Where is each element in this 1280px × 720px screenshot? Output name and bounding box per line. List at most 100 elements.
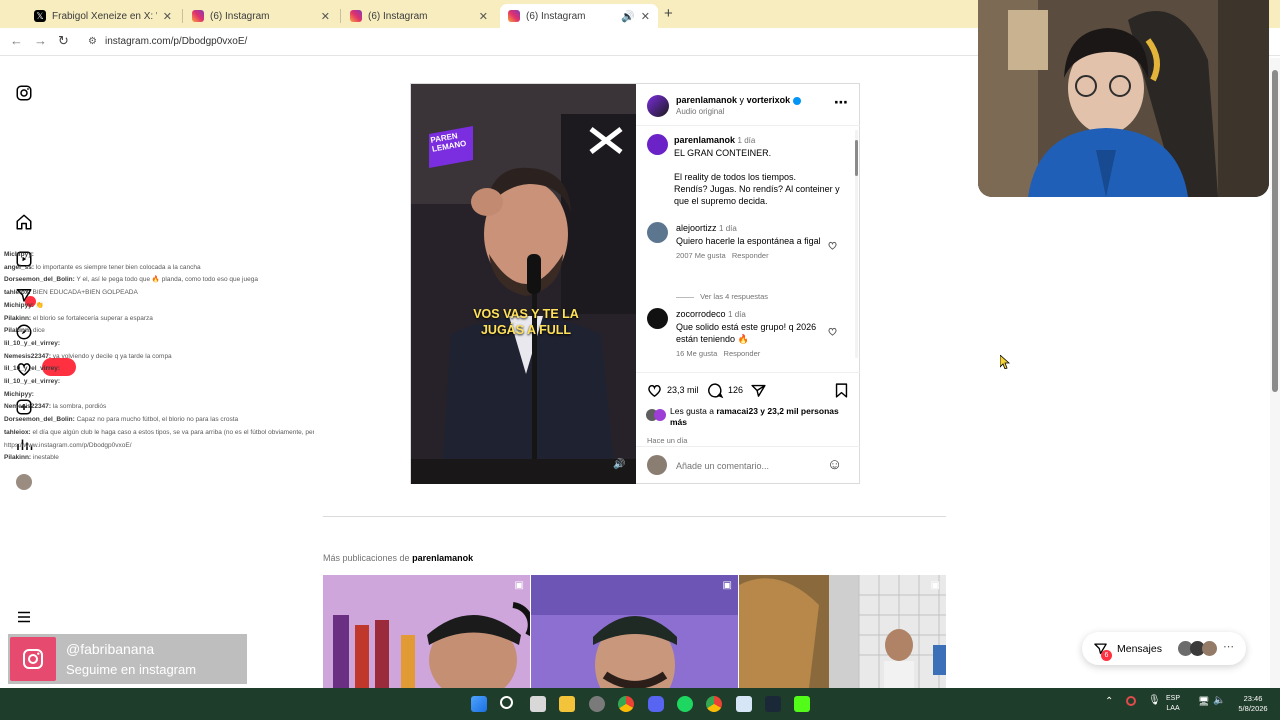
- new-tab-button[interactable]: +: [664, 5, 673, 22]
- task-view-icon[interactable]: [530, 696, 546, 712]
- scroll-thumb[interactable]: [1272, 70, 1278, 392]
- liked-by-user[interactable]: ramacai23: [716, 406, 758, 416]
- back-arrow-icon[interactable]: ←: [10, 33, 23, 48]
- spotify-icon[interactable]: [677, 696, 693, 712]
- author-link[interactable]: parenlamanok: [676, 95, 737, 105]
- tab-title: (6) Instagram: [368, 10, 428, 22]
- comment-time: 1 día: [719, 224, 737, 233]
- tray-chevron-icon[interactable]: ⌃: [1105, 696, 1113, 707]
- follow-handle: @fabribanana: [66, 641, 155, 657]
- comment-like-icon[interactable]: [827, 326, 838, 337]
- close-tab-icon[interactable]: ✕: [163, 10, 172, 23]
- comment-user[interactable]: alejoortizz: [676, 223, 717, 233]
- chat-text: inestable: [32, 454, 59, 462]
- chat-message: Pilakinn: inestable: [4, 452, 314, 465]
- audio-link[interactable]: Audio original: [676, 107, 724, 116]
- comment-user[interactable]: zocorrodeco: [676, 309, 726, 319]
- tab-frabigol[interactable]: 𝕏 Frabigol Xeneize en X: "Y si jug ✕: [26, 4, 180, 28]
- menu-hamburger-icon[interactable]: [15, 608, 33, 626]
- more-post-thumb-2[interactable]: ▣: [531, 575, 738, 688]
- forward-arrow-icon[interactable]: →: [34, 33, 47, 48]
- caption-line-2: El reality de todos los tiempos.: [674, 172, 797, 182]
- caption-user[interactable]: parenlamanok: [674, 135, 735, 145]
- site-info-icon[interactable]: ⚙: [88, 36, 97, 47]
- reel-icon: ▣: [514, 580, 524, 591]
- comment-input[interactable]: [676, 458, 816, 474]
- windows-start-icon[interactable]: [471, 696, 487, 712]
- tab-title: Frabigol Xeneize en X: "Y si jug: [52, 10, 157, 22]
- view-replies-row[interactable]: Ver las 4 respuestas: [676, 292, 776, 301]
- sound-icon[interactable]: 🔊: [613, 459, 625, 470]
- file-explorer-icon[interactable]: [559, 696, 575, 712]
- chat-text: lo importante es siempre tener bien colo…: [35, 263, 201, 271]
- chat-text: 👏: [35, 301, 44, 309]
- chat-text: el blorio se fortalecería superar a espa…: [32, 314, 153, 322]
- close-tab-icon[interactable]: ✕: [641, 10, 650, 23]
- more-options-icon[interactable]: ⋯: [834, 94, 848, 111]
- comment-likes[interactable]: 2007 Me gusta: [676, 251, 726, 260]
- emoji-icon[interactable]: ☺: [827, 456, 842, 473]
- close-tab-icon[interactable]: ✕: [479, 10, 488, 23]
- caption-avatar[interactable]: [647, 134, 668, 155]
- url-field[interactable]: instagram.com/p/Dbodgp0vxoE/: [105, 36, 247, 47]
- volume-icon[interactable]: 🔈: [1213, 695, 1225, 706]
- tab-instagram-1[interactable]: (6) Instagram ✕: [184, 4, 338, 28]
- tab-instagram-2[interactable]: (6) Instagram ✕: [342, 4, 496, 28]
- more-post-thumb-3[interactable]: ▣: [739, 575, 946, 688]
- microphone-icon[interactable]: 🎙: [1148, 695, 1161, 706]
- more-posts-user[interactable]: parenlamanok: [412, 553, 473, 563]
- chrome-icon[interactable]: [618, 696, 634, 712]
- like-icon[interactable]: [646, 382, 663, 399]
- tab-instagram-active[interactable]: (6) Instagram 🔊 ✕: [500, 4, 658, 28]
- comment-icon[interactable]: [707, 382, 724, 399]
- post-sidebar: parenlamanok y vorterixok Audio original…: [636, 84, 860, 484]
- speaker-icon[interactable]: 🔊: [621, 10, 635, 23]
- bookmark-icon[interactable]: [834, 382, 849, 399]
- mouse-cursor-icon: [1000, 355, 1010, 369]
- chat-text: el día que algún club le haga caso a est…: [32, 428, 314, 436]
- close-tab-icon[interactable]: ✕: [321, 10, 330, 23]
- tray-app-icon[interactable]: [1126, 696, 1136, 706]
- webcam-overlay: [978, 0, 1269, 197]
- page-scrollbar[interactable]: [1270, 58, 1280, 688]
- app-icon[interactable]: [589, 696, 605, 712]
- author-avatar[interactable]: [647, 95, 669, 117]
- profile-avatar[interactable]: [16, 474, 32, 490]
- chat-username: lil_10_y_el_virrey:: [4, 339, 61, 347]
- instagram-logo-icon[interactable]: [15, 84, 33, 102]
- network-icon[interactable]: 🖥: [1198, 696, 1209, 707]
- comments-count[interactable]: 126: [728, 385, 743, 395]
- reload-icon[interactable]: ↻: [58, 33, 69, 49]
- reply-button[interactable]: Responder: [732, 251, 769, 260]
- comment-like-icon[interactable]: [827, 240, 838, 251]
- share-icon[interactable]: [750, 382, 767, 399]
- steam-icon[interactable]: [765, 696, 781, 712]
- chrome-active-icon[interactable]: [706, 696, 722, 712]
- comments-scrollbar[interactable]: [855, 130, 858, 358]
- instagram-post: PAREN LEMANO VOS VAS Y TE LA JUGÁS A FUL…: [410, 83, 860, 484]
- view-replies-link[interactable]: Ver las 4 respuestas: [700, 292, 768, 301]
- post-header: parenlamanok y vorterixok Audio original…: [636, 84, 860, 126]
- search-icon[interactable]: [500, 696, 513, 709]
- messages-button[interactable]: 6 Mensajes ⋯: [1082, 632, 1246, 665]
- thumb-image: [739, 575, 946, 688]
- discord-icon[interactable]: [648, 696, 664, 712]
- comment-likes[interactable]: 16 Me gusta: [676, 349, 717, 358]
- comment-avatar[interactable]: [647, 308, 668, 329]
- home-icon[interactable]: [15, 213, 33, 231]
- reply-button[interactable]: Responder: [724, 349, 761, 358]
- taskbar-clock[interactable]: 23:46 5/8/2026: [1228, 694, 1278, 714]
- language-indicator[interactable]: ESP LAA: [1166, 694, 1180, 714]
- post-video[interactable]: PAREN LEMANO VOS VAS Y TE LA JUGÁS A FUL…: [411, 84, 636, 484]
- kick-icon[interactable]: [794, 696, 810, 712]
- liked-by-avatars: [646, 408, 666, 426]
- post-caption: parenlamanok 1 día EL GRAN CONTEINER. El…: [674, 134, 844, 207]
- more-post-thumb-1[interactable]: ▣: [323, 575, 530, 688]
- notepad-icon[interactable]: [736, 696, 752, 712]
- instagram-badge-icon: [10, 637, 56, 681]
- chat-message: Michipyy: 👏: [4, 300, 314, 313]
- collab-link[interactable]: vorterixok: [747, 95, 791, 105]
- comment-avatar[interactable]: [647, 222, 668, 243]
- likes-count[interactable]: 23,3 mil: [667, 385, 699, 395]
- taskbar: ⌃ 🎙 🖥 🔈: [0, 688, 1280, 720]
